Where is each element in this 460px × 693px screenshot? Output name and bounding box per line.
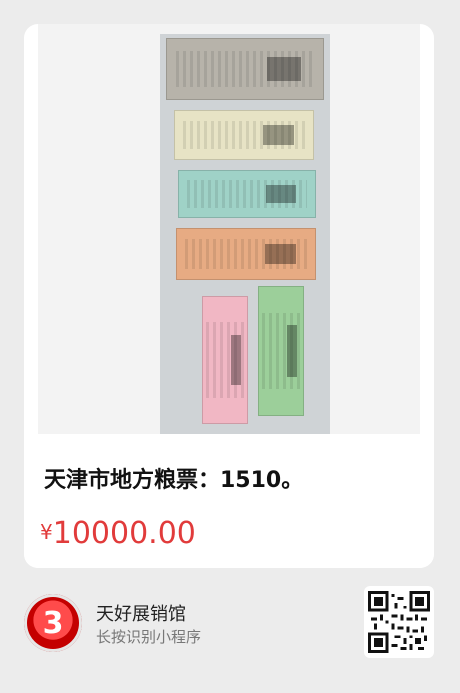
mini-program-hint: 长按识别小程序 bbox=[96, 628, 202, 646]
currency-symbol: ¥ bbox=[40, 520, 53, 544]
product-info: 天津市地方粮票：1510。 ¥10000.00 bbox=[24, 434, 434, 568]
price-amount: 10000.00 bbox=[52, 516, 196, 551]
product-photo[interactable] bbox=[38, 24, 420, 434]
product-price: ¥10000.00 bbox=[40, 516, 196, 551]
ticket-image bbox=[178, 170, 316, 218]
product-title: 天津市地方粮票：1510。 bbox=[44, 468, 304, 493]
shop-logo-icon: 3 bbox=[24, 594, 82, 652]
ticket-image bbox=[202, 296, 248, 424]
mini-program-footer[interactable]: 3 天好展销馆 长按识别小程序 bbox=[24, 580, 434, 670]
ration-tickets-image bbox=[160, 34, 330, 434]
qr-code-icon[interactable] bbox=[364, 586, 434, 658]
product-card[interactable]: 天津市地方粮票：1510。 ¥10000.00 bbox=[24, 24, 434, 568]
ticket-image bbox=[174, 110, 314, 160]
ticket-image bbox=[176, 228, 316, 280]
ticket-image bbox=[166, 38, 324, 100]
ticket-image bbox=[258, 286, 304, 416]
shop-name: 天好展销馆 bbox=[96, 604, 186, 625]
